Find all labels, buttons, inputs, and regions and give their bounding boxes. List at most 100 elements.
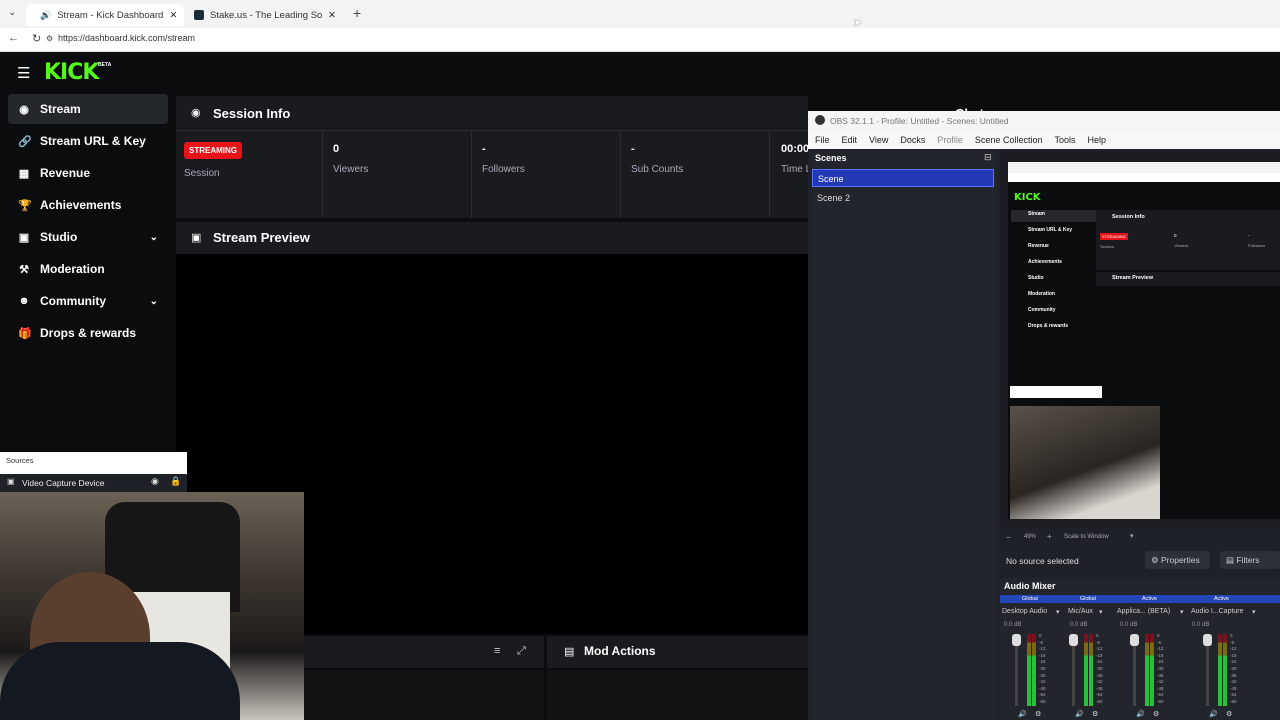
mute-speaker-icon[interactable]: 🔊 <box>1018 710 1027 718</box>
filters-label: Filters <box>1236 555 1260 565</box>
channel-menu-icon[interactable]: ▾ <box>1180 608 1184 616</box>
subs-label: Sub Counts <box>631 164 684 175</box>
zoom-in-button[interactable]: + <box>1047 532 1052 541</box>
scene-item[interactable]: Scene 2 <box>812 189 994 207</box>
followers-value: - <box>482 143 486 155</box>
properties-button[interactable]: ⚙ Properties <box>1145 551 1210 569</box>
chevron-down-icon: ⌄ <box>149 295 158 307</box>
level-meter <box>1223 634 1227 706</box>
channel-settings-icon[interactable]: ⚙ <box>1035 710 1041 718</box>
fader-handle[interactable] <box>1069 634 1078 646</box>
people-icon: ☻ <box>18 295 30 307</box>
menu-edit[interactable]: Edit <box>842 135 858 149</box>
channel-name[interactable]: Audio I...Capture <box>1191 608 1244 615</box>
filters-button[interactable]: ▤ Filters <box>1220 551 1280 569</box>
channel-settings-icon[interactable]: ⚙ <box>1153 710 1159 718</box>
channel-name[interactable]: Mic/Aux <box>1068 608 1093 615</box>
sidebar-item-achievements[interactable]: 🏆 Achievements <box>8 190 168 220</box>
popout-icon[interactable]: ⤢ <box>517 645 526 658</box>
gear-icon: ⚙ <box>1151 555 1161 565</box>
mute-speaker-icon[interactable]: 🔊 <box>1136 710 1145 718</box>
sidebar-item-label: Stream <box>40 102 81 116</box>
menu-docks[interactable]: Docks <box>900 135 925 149</box>
divider <box>769 131 770 218</box>
tab-list-chevron-icon[interactable]: ⌄ <box>8 7 16 18</box>
scope-label: Global <box>1080 596 1096 602</box>
tab-stake[interactable]: Stake.us - The Leading Social Casi ✕ <box>186 4 344 26</box>
chat-body <box>304 670 544 720</box>
close-icon[interactable]: ✕ <box>169 10 177 21</box>
mini-nav-item: Stream URL & Key <box>1028 227 1073 233</box>
menu-file[interactable]: File <box>815 135 830 149</box>
mini-session-label: Session <box>1100 244 1115 249</box>
channel-menu-icon[interactable]: ▾ <box>1056 608 1060 616</box>
channel-menu-icon[interactable]: ▾ <box>1099 608 1103 616</box>
mini-streaming-badge: STREAMING <box>1100 233 1128 240</box>
dock-menu-icon[interactable]: ⊟ <box>984 152 992 163</box>
browser-tab-bar: ⌄ 🔊 Stream - Kick Dashboard ✕ Stake.us -… <box>0 0 1280 28</box>
tab-title: Stream - Kick Dashboard <box>57 9 164 21</box>
channel-db: 0.0 dB <box>1120 622 1138 628</box>
sidebar-item-stream[interactable]: ◉ Stream <box>8 94 168 124</box>
meter-scale: 0 -6 -12 -18 -24 -30 -36 -42 -48 -54 -60 <box>1157 633 1164 704</box>
fader-handle[interactable] <box>1012 634 1021 646</box>
eye-icon[interactable]: ◉ <box>151 476 159 487</box>
mini-cam-feed <box>1010 406 1160 519</box>
subs-value: - <box>631 143 635 155</box>
channel-name[interactable]: Applica... (BETA) <box>1117 608 1170 615</box>
zoom-out-button[interactable]: − <box>1006 533 1011 542</box>
menu-scene-collection[interactable]: Scene Collection <box>975 135 1043 149</box>
mini-nav-item: Achievements <box>1028 259 1062 265</box>
sidebar-item-studio[interactable]: ▣ Studio ⌄ <box>8 222 168 252</box>
site-info-icon[interactable]: ⚙ <box>46 34 53 43</box>
channel-settings-icon[interactable]: ⚙ <box>1226 710 1232 718</box>
sidebar-item-revenue[interactable]: ▦ Revenue <box>8 158 168 188</box>
obs-menu-bar: File Edit View Docks Profile Scene Colle… <box>808 131 1280 149</box>
mute-speaker-icon[interactable]: 🔊 <box>1209 710 1218 718</box>
sidebar-item-label: Revenue <box>40 166 91 180</box>
back-icon[interactable]: ← <box>8 32 19 44</box>
obs-logo-icon <box>815 115 825 125</box>
menu-icon[interactable]: ☰ <box>17 64 30 82</box>
lock-icon[interactable]: 🔒 <box>170 476 181 487</box>
panel-title: Mod Actions <box>584 644 656 658</box>
level-meter <box>1084 634 1088 706</box>
kick-logo[interactable]: KICK <box>44 60 99 85</box>
menu-tools[interactable]: Tools <box>1054 135 1075 149</box>
fader-handle[interactable] <box>1203 634 1212 646</box>
meter-scale: 0 -6 -12 -18 -24 -30 -36 -42 -48 -54 -60 <box>1230 633 1237 704</box>
scope-label: Active <box>1214 596 1229 602</box>
close-icon[interactable]: ✕ <box>328 10 336 21</box>
hammer-icon: ⚒ <box>19 263 29 276</box>
sidebar-item-label: Moderation <box>40 262 105 276</box>
scale-mode-select[interactable]: Scale to Window <box>1064 534 1109 540</box>
fader-handle[interactable] <box>1130 634 1139 646</box>
filter-icon: ▤ <box>1226 555 1237 565</box>
sidebar-item-drops-rewards[interactable]: 🎁 Drops & rewards <box>8 318 168 348</box>
tab-kick-dashboard[interactable]: 🔊 Stream - Kick Dashboard ✕ <box>26 4 184 26</box>
mouse-cursor-icon: ➤ <box>853 17 863 29</box>
channel-settings-icon[interactable]: ⚙ <box>1092 710 1098 718</box>
broadcast-icon: ◉ <box>191 107 201 119</box>
mute-speaker-icon[interactable]: 🔊 <box>1075 710 1084 718</box>
menu-help[interactable]: Help <box>1087 135 1106 149</box>
menu-profile[interactable]: Profile <box>937 135 963 149</box>
scene-item[interactable]: Scene <box>812 169 994 187</box>
time-label: Time L <box>781 164 812 175</box>
reload-icon[interactable]: ↻ <box>32 32 41 45</box>
sidebar-item-community[interactable]: ☻ Community ⌄ <box>8 286 168 316</box>
new-tab-button[interactable]: + <box>353 5 361 21</box>
channel-menu-icon[interactable]: ▾ <box>1252 608 1256 616</box>
menu-view[interactable]: View <box>869 135 888 149</box>
sidebar-item-stream-url-key[interactable]: 🔗 Stream URL & Key <box>8 126 168 156</box>
channel-db: 0.0 dB <box>1192 622 1210 628</box>
url-field[interactable]: https://dashboard.kick.com/stream <box>58 33 195 43</box>
channel-name[interactable]: Desktop Audio <box>1002 608 1047 615</box>
sidebar-item-label: Studio <box>40 230 78 244</box>
session-label: Session <box>184 168 220 179</box>
broadcast-icon: ◉ <box>19 103 29 116</box>
filter-icon[interactable]: ≡ <box>494 645 500 657</box>
level-meter <box>1150 634 1154 706</box>
followers-label: Followers <box>482 164 525 175</box>
sidebar-item-moderation[interactable]: ⚒ Moderation <box>8 254 168 284</box>
